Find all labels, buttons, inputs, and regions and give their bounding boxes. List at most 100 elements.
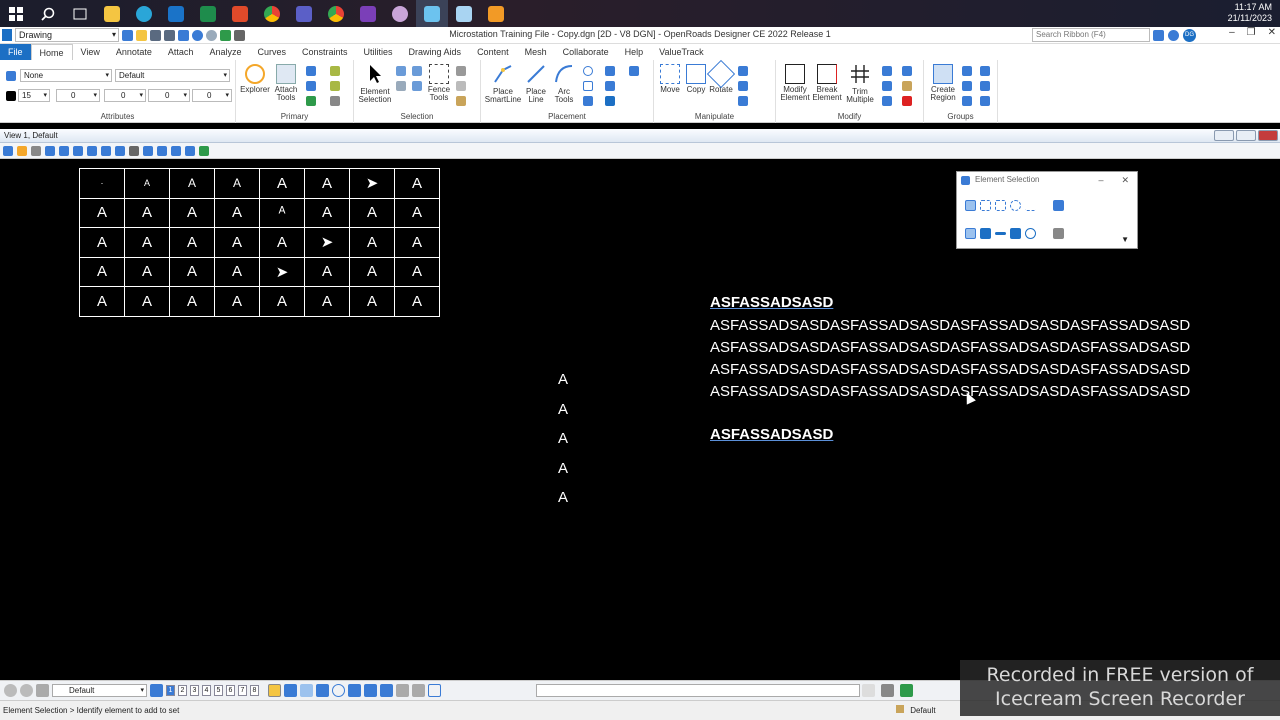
table-cell[interactable]: A [304, 256, 350, 287]
excel-icon[interactable] [192, 0, 224, 27]
table-cell[interactable]: A [214, 256, 260, 287]
view-attributes-icon[interactable] [3, 145, 13, 156]
parallel-snap-icon[interactable] [412, 684, 425, 697]
text-line[interactable]: ASFASSADSASDASFASSADSASDASFASSADSASDASFA… [710, 361, 1190, 378]
table-cell[interactable]: A [214, 286, 260, 317]
text-line[interactable]: ASFASSADSASDASFASSADSASDASFASSADSASDASFA… [710, 383, 1190, 400]
view-groups-icon[interactable] [150, 684, 163, 697]
point-icon[interactable] [605, 66, 615, 76]
cell-group-icon[interactable] [980, 96, 990, 106]
cut-icon[interactable] [456, 66, 466, 76]
levels-icon[interactable] [306, 96, 316, 106]
view-minimize-icon[interactable] [1214, 130, 1234, 141]
drawing-table[interactable]: · A A A A A ➤ A A A A Aᴬ A A A A A A A A ➤ A A A A A A ➤ A A A A A A A A A A A [79, 168, 440, 317]
select-group-icon[interactable] [412, 81, 422, 91]
table-cell[interactable]: A [349, 227, 395, 258]
deselect-icon[interactable] [1053, 228, 1064, 239]
element-info-icon[interactable] [330, 96, 340, 106]
drop-element-icon[interactable] [980, 81, 990, 91]
table-cell[interactable]: A [214, 168, 260, 199]
tab-home[interactable]: Home [30, 44, 73, 60]
fit-view-icon[interactable] [101, 145, 111, 156]
table-cell[interactable]: A [304, 197, 350, 228]
level-select[interactable]: None [20, 69, 112, 82]
table-cell[interactable]: A [169, 286, 215, 317]
view-settings-icon[interactable] [31, 145, 41, 156]
delete-icon[interactable] [902, 96, 912, 106]
curve-icon[interactable] [583, 96, 593, 106]
cell-icon[interactable] [629, 66, 639, 76]
table-cell[interactable]: A [169, 197, 215, 228]
clip-volume-icon[interactable] [185, 145, 195, 156]
saved-views-icon[interactable] [36, 684, 49, 697]
table-cell[interactable]: ᴬ [259, 197, 305, 228]
tab-view[interactable]: View [73, 44, 108, 60]
forward-icon[interactable] [20, 684, 33, 697]
circle-icon[interactable] [583, 66, 593, 76]
fillet-icon[interactable] [882, 81, 892, 91]
table-cell[interactable]: · [79, 168, 125, 199]
place-line-button[interactable]: Place Line [523, 64, 549, 104]
dialog-expand-icon[interactable]: ▼ [1121, 235, 1129, 244]
table-cell[interactable]: A [124, 227, 170, 258]
back-icon[interactable] [4, 684, 17, 697]
table-cell[interactable]: A [169, 168, 215, 199]
break-element-button[interactable]: Break Element [811, 64, 843, 102]
lock-icon[interactable] [896, 705, 904, 713]
text-line[interactable]: ASFASSADSASDASFASSADSASDASFASSADSASDASFA… [710, 339, 1190, 356]
table-cell[interactable]: A [394, 227, 440, 258]
invert-mode-icon[interactable] [1010, 228, 1021, 239]
tool-settings-icon[interactable] [881, 684, 894, 697]
text-heading-bottom[interactable]: ASFASSADSASD [710, 426, 833, 443]
table-cell[interactable]: A [79, 197, 125, 228]
change-attributes-icon[interactable] [902, 81, 912, 91]
table-cell[interactable]: A [79, 286, 125, 317]
level-display-icon[interactable] [330, 66, 340, 76]
table-cell[interactable]: A [259, 168, 305, 199]
block-method-icon[interactable] [980, 200, 991, 211]
table-cell[interactable]: A [349, 197, 395, 228]
fence-tools-button[interactable]: Fence Tools [426, 64, 452, 102]
window-area-icon[interactable] [87, 145, 97, 156]
copy-button[interactable]: Copy [683, 64, 709, 94]
pan-view-icon[interactable] [129, 145, 139, 156]
center-snap-icon[interactable] [332, 684, 345, 697]
tangent-snap-icon[interactable] [364, 684, 377, 697]
table-cell[interactable]: A [169, 227, 215, 258]
tab-file[interactable]: File [0, 44, 31, 60]
scale-icon[interactable] [738, 66, 748, 76]
tab-help[interactable]: Help [617, 44, 652, 60]
table-cell[interactable]: A [124, 256, 170, 287]
table-cell[interactable]: ➤ [304, 227, 350, 258]
system-clock[interactable]: 11:17 AM 21/11/2023 [1228, 2, 1272, 24]
dialog-minimize-icon[interactable]: – [1098, 172, 1103, 188]
chamfer-icon[interactable] [882, 96, 892, 106]
circle-method-icon[interactable] [1010, 200, 1021, 211]
shape-method-icon[interactable] [995, 200, 1006, 211]
maximize-icon[interactable]: ❐ [1247, 27, 1256, 38]
onenote-icon[interactable] [352, 0, 384, 27]
tab-drawing-aids[interactable]: Drawing Aids [401, 44, 470, 60]
close-icon[interactable]: ✕ [1268, 27, 1276, 38]
copy-view-icon[interactable] [171, 145, 181, 156]
named-group-icon[interactable] [980, 66, 990, 76]
tab-mesh[interactable]: Mesh [517, 44, 555, 60]
element-selection-button[interactable]: Element Selection [356, 64, 394, 104]
key-in-dropdown-icon[interactable] [862, 684, 875, 697]
dialog-close-icon[interactable]: ✕ [1121, 172, 1129, 188]
select-all-icon[interactable] [396, 66, 406, 76]
properties-icon[interactable] [330, 81, 340, 91]
trim-multiple-button[interactable]: Trim Multiple [843, 64, 877, 104]
app-icon[interactable] [384, 0, 416, 27]
table-cell[interactable]: A [394, 256, 440, 287]
chrome-profile-icon[interactable] [320, 0, 352, 27]
rectangle-icon[interactable] [583, 81, 593, 91]
polygon-icon[interactable] [605, 81, 615, 91]
teams-icon[interactable] [288, 0, 320, 27]
explorer-button[interactable]: Explorer [239, 64, 271, 94]
table-cell[interactable]: ➤ [349, 168, 395, 199]
text-line[interactable]: ASFASSADSASDASFASSADSASDASFASSADSASDASFA… [710, 317, 1190, 334]
task-view-icon[interactable] [64, 0, 96, 27]
search-ribbon-input[interactable]: Search Ribbon (F4) [1032, 28, 1150, 42]
models-icon[interactable] [306, 66, 316, 76]
